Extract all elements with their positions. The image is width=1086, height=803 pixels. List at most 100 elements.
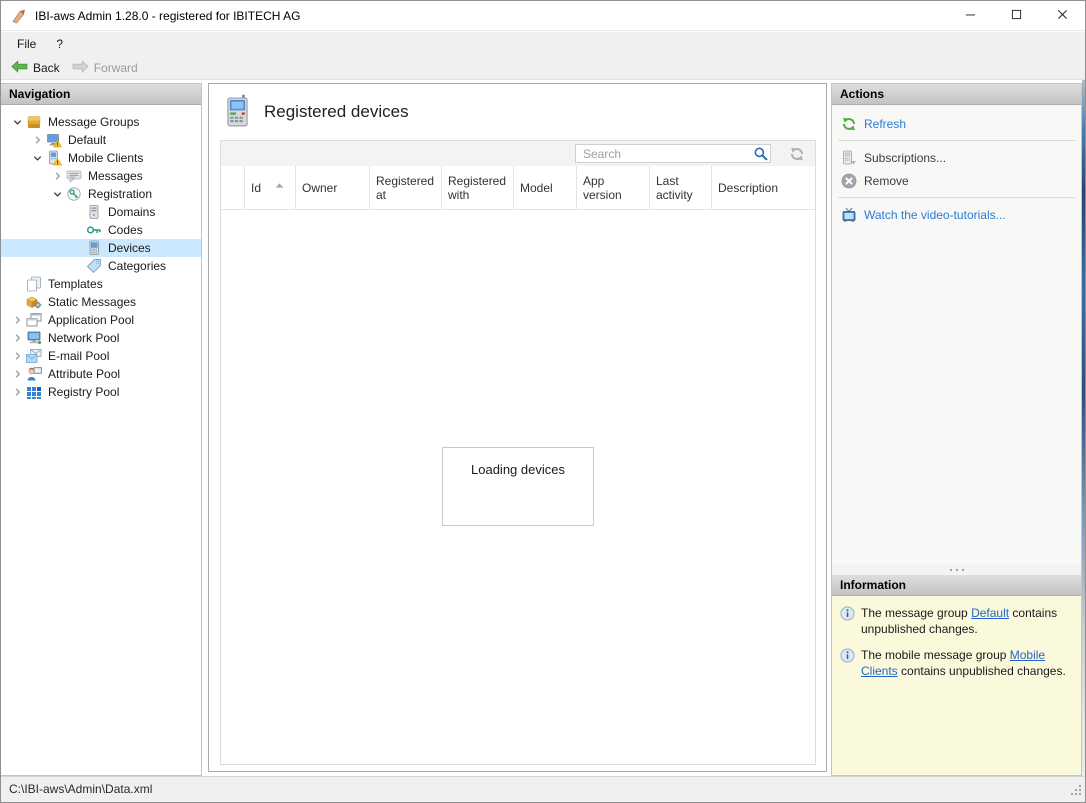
tree-item-codes[interactable]: Codes — [1, 221, 201, 239]
chevron-right-icon[interactable] — [9, 330, 26, 346]
window-title: IBI-aws Admin 1.28.0 - registered for IB… — [35, 1, 300, 31]
navigation-header: Navigation — [1, 84, 201, 105]
app-logo-icon — [11, 8, 27, 24]
chevron-right-icon[interactable] — [9, 312, 26, 328]
column-header-registered-at[interactable]: Registered at — [370, 166, 442, 209]
tree-item-application-pool[interactable]: Application Pool — [1, 311, 201, 329]
forward-button[interactable]: Forward — [66, 57, 144, 79]
tree-item-categories[interactable]: Categories — [1, 257, 201, 275]
codes-icon — [86, 222, 102, 238]
forward-label: Forward — [94, 61, 138, 75]
table-body: Loading devices — [221, 210, 815, 764]
action-watch-the-video-tutorials[interactable]: Watch the video-tutorials... — [832, 203, 1081, 226]
chevron-right-icon[interactable] — [29, 132, 46, 148]
actions-separator — [838, 197, 1075, 198]
tree-item-label: Mobile Clients — [68, 151, 143, 165]
page-title: Registered devices — [264, 102, 409, 122]
application-pool-icon — [26, 312, 42, 328]
info-icon — [840, 648, 855, 679]
chevron-placeholder — [9, 294, 26, 310]
tree-item-label: Messages — [88, 169, 143, 183]
chevron-down-icon[interactable] — [9, 114, 26, 130]
menu-file[interactable]: File — [7, 32, 46, 56]
information-list: The message group Default contains unpub… — [832, 596, 1081, 775]
column-header-registered-with[interactable]: Registered with — [442, 166, 514, 209]
tree-item-label: Default — [68, 133, 106, 147]
tree-item-default[interactable]: Default — [1, 131, 201, 149]
registry-pool-icon — [26, 384, 42, 400]
attribute-pool-icon — [26, 366, 42, 382]
chevron-placeholder — [69, 240, 86, 256]
tree-item-message-groups[interactable]: Message Groups — [1, 113, 201, 131]
tree-item-network-pool[interactable]: Network Pool — [1, 329, 201, 347]
tree-item-label: Devices — [108, 241, 151, 255]
chevron-right-icon[interactable] — [9, 348, 26, 364]
back-button[interactable]: Back — [5, 57, 66, 79]
column-header-id[interactable]: Id — [245, 166, 296, 209]
tree-item-domains[interactable]: Domains — [1, 203, 201, 221]
panel-splitter-handle[interactable] — [832, 564, 1081, 575]
column-header-app-version[interactable]: App version — [577, 166, 650, 209]
actions-separator — [838, 140, 1075, 141]
close-icon — [1057, 8, 1068, 23]
main-panel: Registered devices Id Owner Registered atR… — [208, 83, 827, 772]
tree-item-label: Templates — [48, 277, 103, 291]
tree-item-messages[interactable]: Messages — [1, 167, 201, 185]
action-remove[interactable]: Remove — [832, 169, 1081, 192]
action-subscriptions[interactable]: Subscriptions... — [832, 146, 1081, 169]
column-header-label: Id — [251, 181, 261, 195]
tree-item-templates[interactable]: Templates — [1, 275, 201, 293]
info-link-default[interactable]: Default — [971, 606, 1009, 620]
column-header-model[interactable]: Model — [514, 166, 577, 209]
tree-item-registry-pool[interactable]: Registry Pool — [1, 383, 201, 401]
info-link-mobile-clients[interactable]: Mobile Clients — [861, 648, 1045, 678]
tree-item-static-messages[interactable]: Static Messages — [1, 293, 201, 311]
nav-tree: Message Groups Default Mobile Clients Messa… — [1, 105, 201, 401]
tree-item-e-mail-pool[interactable]: E-mail Pool — [1, 347, 201, 365]
action-label: Refresh — [864, 117, 906, 131]
desktop-background-sliver — [1082, 80, 1086, 778]
minimize-button[interactable] — [947, 1, 993, 30]
tree-item-registration[interactable]: Registration — [1, 185, 201, 203]
tree-item-label: Domains — [108, 205, 155, 219]
tv-icon — [841, 207, 857, 223]
app-window: IBI-aws Admin 1.28.0 - registered for IB… — [0, 0, 1086, 803]
loading-text: Loading devices — [443, 462, 593, 477]
column-header-owner[interactable]: Owner — [296, 166, 370, 209]
main-header: Registered devices — [209, 84, 826, 140]
action-label: Subscriptions... — [864, 151, 946, 165]
list-refresh-button[interactable] — [788, 145, 806, 163]
search-input[interactable] — [576, 147, 750, 161]
maximize-button[interactable] — [993, 1, 1039, 30]
chevron-placeholder — [69, 222, 86, 238]
column-header-label: Owner — [302, 181, 337, 195]
chevron-right-icon[interactable] — [9, 366, 26, 382]
close-button[interactable] — [1039, 1, 1085, 30]
message-groups-icon — [26, 114, 42, 130]
categories-icon — [86, 258, 102, 274]
column-header-last-activity[interactable]: Last activity — [650, 166, 712, 209]
action-refresh[interactable]: Refresh — [832, 112, 1081, 135]
forward-arrow-icon — [72, 60, 89, 76]
tree-item-label: Registration — [88, 187, 152, 201]
chevron-placeholder — [69, 204, 86, 220]
chevron-placeholder — [69, 258, 86, 274]
tree-item-attribute-pool[interactable]: Attribute Pool — [1, 365, 201, 383]
chevron-placeholder — [9, 276, 26, 292]
resize-grip[interactable] — [1069, 783, 1083, 800]
search-icon[interactable] — [750, 146, 770, 161]
chevron-right-icon[interactable] — [9, 384, 26, 400]
table-header: Id Owner Registered atRegistered withModel… — [221, 166, 815, 210]
column-header-label: Registered with — [448, 174, 507, 202]
column-header-description[interactable]: Description — [712, 166, 815, 209]
chevron-right-icon[interactable] — [49, 168, 66, 184]
column-header-label: App version — [583, 174, 643, 202]
tree-item-mobile-clients[interactable]: Mobile Clients — [1, 149, 201, 167]
menu-help[interactable]: ? — [46, 32, 73, 56]
row-selector-column-header — [221, 166, 245, 209]
chevron-down-icon[interactable] — [29, 150, 46, 166]
tree-item-label: Message Groups — [48, 115, 139, 129]
chevron-down-icon[interactable] — [49, 186, 66, 202]
registered-devices-icon — [226, 94, 249, 130]
tree-item-devices[interactable]: Devices — [1, 239, 201, 257]
